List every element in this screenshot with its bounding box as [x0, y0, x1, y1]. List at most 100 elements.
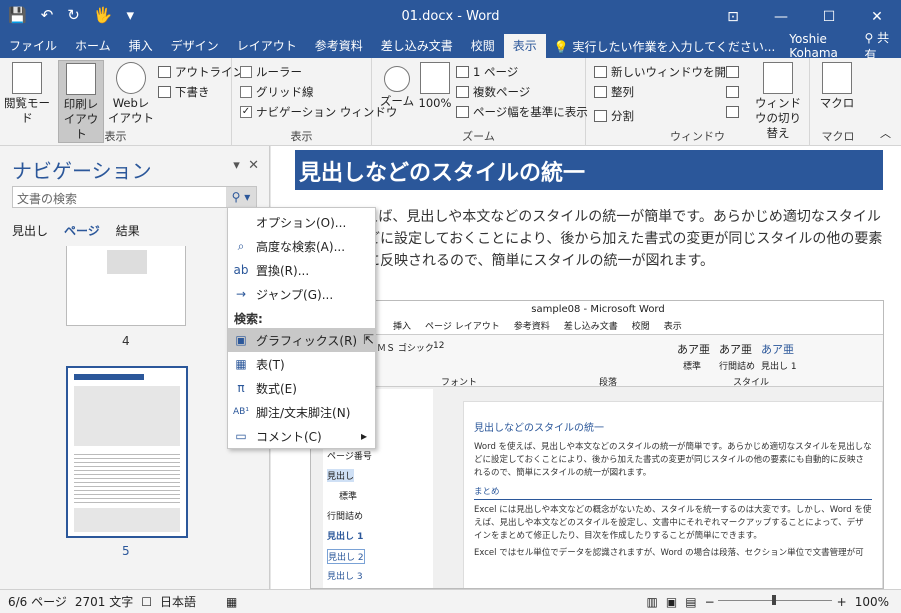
- page-width-label: ページ幅を基準に表示: [473, 105, 588, 119]
- embedded-nav-item: 標準: [339, 492, 358, 502]
- ribbon-display-options-button[interactable]: ⊡: [709, 0, 757, 34]
- one-page-icon: [456, 66, 469, 78]
- document-heading[interactable]: 見出しなどのスタイルの統一: [295, 150, 883, 190]
- web-layout-button[interactable]: Webレイアウト: [108, 60, 154, 126]
- embedded-tab: ページ レイアウト: [425, 322, 500, 332]
- page-number-current: 5: [122, 544, 130, 558]
- collapse-ribbon-icon[interactable]: ︿: [880, 125, 891, 141]
- globe-icon: [116, 62, 146, 94]
- find-section-header: 検索:: [234, 312, 263, 326]
- tab-view[interactable]: 表示: [503, 34, 546, 58]
- task-pane-options-icon[interactable]: ▾: [233, 158, 240, 173]
- embedded-nav-item: 見出し: [327, 469, 355, 482]
- macros-button[interactable]: マクロ: [814, 60, 860, 111]
- menu-item-advanced-find[interactable]: ⌕ 高度な検索(A)...: [228, 234, 375, 258]
- reset-window-position-button[interactable]: [726, 106, 739, 118]
- tab-home[interactable]: ホーム: [66, 34, 120, 58]
- minimize-button[interactable]: —: [757, 0, 805, 34]
- menu-item-label: 数式(E): [256, 381, 297, 396]
- tell-me-box[interactable]: 💡 実行したい作業を入力してください...: [546, 38, 784, 55]
- gridlines-checkbox[interactable]: グリッド線: [240, 84, 314, 100]
- arrange-all-button[interactable]: 整列: [594, 84, 634, 100]
- navigation-pane-controls: ▾ ✕: [233, 158, 259, 173]
- menu-item-label: 脚注/文末脚注(N): [256, 405, 351, 420]
- search-dropdown-button[interactable]: ⚲ ▾: [226, 187, 256, 207]
- menu-item-comments[interactable]: ▭ コメント(C) ▸: [228, 424, 375, 448]
- draft-button[interactable]: 下書き: [158, 84, 210, 100]
- outline-icon: [158, 66, 171, 78]
- menu-item-label: 表(T): [256, 357, 285, 372]
- embedded-tabs: 挿入 ページ レイアウト 参考資料 差し込み文書 校閲 表示: [311, 319, 883, 335]
- print-layout-view-icon[interactable]: ▣: [666, 595, 677, 609]
- split-button[interactable]: 分割: [594, 108, 634, 124]
- macro-record-icon[interactable]: ▦: [226, 595, 237, 609]
- multiple-pages-button[interactable]: 複数ページ: [456, 84, 530, 100]
- embedded-nav-item: 見出し 3: [327, 572, 363, 582]
- view-side-by-side-button[interactable]: [726, 66, 739, 78]
- tab-headings[interactable]: 見出し: [12, 222, 48, 239]
- macros-group: マクロ マクロ: [810, 58, 866, 146]
- menu-item-goto[interactable]: → ジャンプ(G)...: [228, 282, 375, 306]
- tab-review[interactable]: 校閲: [462, 34, 504, 58]
- arrow-right-icon: →: [235, 287, 247, 301]
- web-layout-label: Webレイアウト: [108, 96, 154, 125]
- zoom-slider-thumb[interactable]: [772, 595, 776, 605]
- views-group-label: 表示: [104, 130, 127, 143]
- draft-label: 下書き: [175, 85, 210, 99]
- embedded-tab: 参考資料: [513, 322, 550, 332]
- ruler-checkbox[interactable]: ルーラー: [240, 64, 302, 80]
- menu-item-options[interactable]: オプション(O)...: [228, 210, 375, 234]
- new-window-button[interactable]: 新しいウィンドウを開く: [594, 64, 738, 80]
- web-layout-view-icon[interactable]: ▤: [685, 595, 696, 609]
- embedded-screenshot[interactable]: sample08 - Microsoft Word 挿入 ページ レイアウト 参…: [310, 300, 884, 589]
- maximize-button[interactable]: ☐: [805, 0, 853, 34]
- word-count[interactable]: 2701 文字: [75, 593, 133, 610]
- thumbnail-graphic: [107, 250, 147, 274]
- embedded-page: 見出しなどのスタイルの統一 Word を使えば、見出しや本文などのスタイルの統一…: [463, 401, 883, 588]
- page-thumbnail-current[interactable]: [66, 366, 188, 538]
- one-page-label: 1 ページ: [473, 65, 519, 79]
- thumbnail-text: [74, 454, 180, 504]
- tab-results[interactable]: 結果: [116, 222, 140, 239]
- menu-item-graphics[interactable]: ▣ グラフィックス(R) ⇱: [228, 328, 375, 352]
- tab-design[interactable]: デザイン: [162, 34, 228, 58]
- tab-layout[interactable]: レイアウト: [228, 34, 306, 58]
- page-count[interactable]: 6/6 ページ: [8, 593, 67, 610]
- synchronous-scrolling-button[interactable]: [726, 86, 739, 98]
- menu-item-equations[interactable]: π 数式(E): [228, 376, 375, 400]
- zoom-100-button[interactable]: 100%: [412, 60, 458, 111]
- menu-item-footnotes[interactable]: AB¹ 脚注/文末脚注(N): [228, 400, 375, 424]
- read-mode-view-icon[interactable]: ▥: [647, 595, 658, 609]
- zoom-out-icon[interactable]: −: [705, 595, 715, 609]
- footnote-icon: AB¹: [233, 407, 249, 417]
- search-icon: ⚲: [231, 190, 241, 204]
- tab-pages[interactable]: ページ: [64, 222, 100, 239]
- proofing-icon[interactable]: ☐: [141, 595, 152, 609]
- search-input[interactable]: 文書の検索 ⚲ ▾: [12, 186, 257, 208]
- tab-references[interactable]: 参考資料: [306, 34, 372, 58]
- zoom-in-icon[interactable]: +: [837, 595, 847, 609]
- close-pane-icon[interactable]: ✕: [248, 158, 259, 173]
- user-name[interactable]: Yoshie Kohama: [783, 32, 860, 60]
- read-mode-icon: [12, 62, 42, 94]
- document-body[interactable]: Word を使えば、見出しや本文などのスタイルの統一が簡単です。あらかじめ適切な…: [296, 206, 886, 272]
- embedded-font-size: 12: [433, 341, 445, 351]
- language[interactable]: 日本語: [160, 593, 196, 610]
- read-mode-button[interactable]: 閲覧モード: [4, 60, 50, 126]
- zoom-100-label: 100%: [418, 96, 452, 110]
- zoom-level[interactable]: 100%: [855, 595, 889, 609]
- embedded-nav-item: ページ番号: [327, 452, 372, 462]
- menu-item-tables[interactable]: ▦ 表(T): [228, 352, 375, 376]
- menu-item-replace[interactable]: ab 置換(R)...: [228, 258, 375, 282]
- page-width-button[interactable]: ページ幅を基準に表示: [456, 104, 588, 120]
- tab-file[interactable]: ファイル: [0, 34, 66, 58]
- embedded-tab: 表示: [663, 322, 682, 332]
- one-page-button[interactable]: 1 ページ: [456, 64, 518, 80]
- tab-insert[interactable]: 挿入: [120, 34, 162, 58]
- page-thumbnail[interactable]: [66, 246, 186, 326]
- embedded-group-label: 段落: [599, 378, 618, 388]
- macro-icon: [822, 62, 852, 94]
- embedded-paragraph: Excel ではセル単位でデータを認識されますが、Word の場合は段落、セクシ…: [474, 548, 864, 558]
- tab-mailings[interactable]: 差し込み文書: [372, 34, 462, 58]
- mouse-cursor-icon: ⇱: [363, 332, 375, 348]
